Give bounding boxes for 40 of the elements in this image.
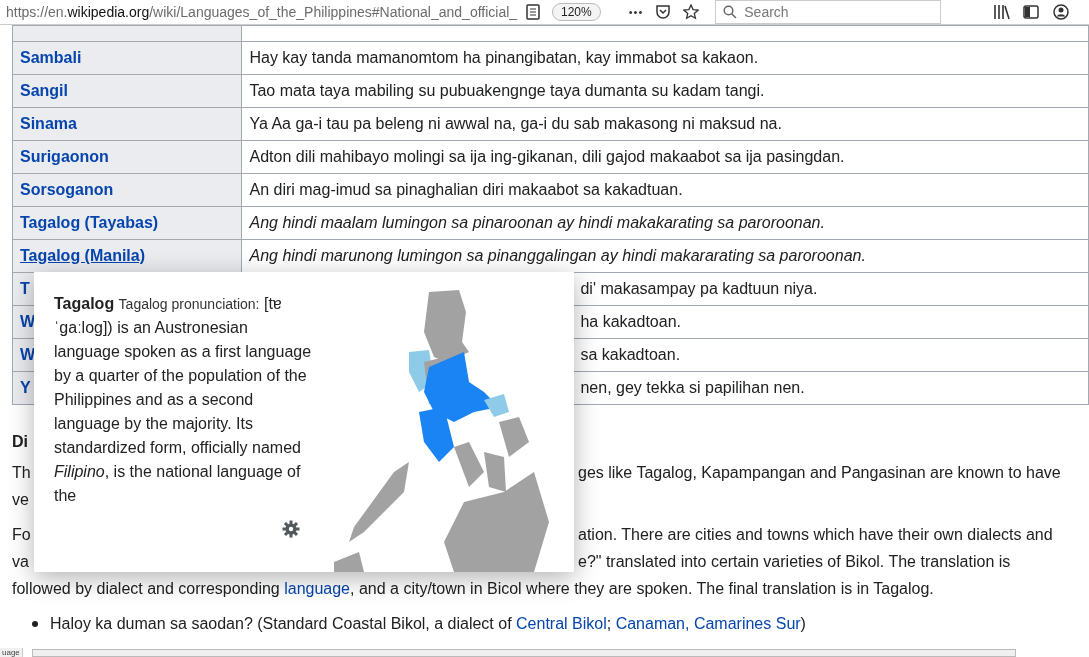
sidebar-icon[interactable] [1023, 4, 1040, 20]
row-header-link[interactable]: Tagalog (Manila) [12, 239, 242, 273]
row-header-link[interactable]: Tagalog (Tayabas) [12, 206, 242, 240]
table-cell: An diri mag-imud sa pinaghalian diri makaabot sa kakadtuan. [241, 173, 1089, 207]
paragraph-text: ation. There are cities and towns which have their own dialects and [578, 525, 1053, 545]
pocket-icon[interactable] [655, 4, 672, 20]
paragraph-text: e?" translated into certain varieties of Bikol. The translation is [578, 552, 1011, 572]
link[interactable]: language [284, 580, 350, 597]
paragraph-text: va [12, 552, 30, 572]
table-cell: Tao mata taya mabiling su pubuakengnge taya dumanta su kadam tangi. [241, 74, 1089, 108]
reader-view-icon[interactable] [526, 4, 540, 20]
paragraph-text: ges like Tagalog, Kapampangan and Pangasinan are known to have [578, 463, 1061, 483]
table-cell: Adton dili mahibayo molingi sa ija ing-gikanan, dili gajod makaabot sa ija pasingdan. [241, 140, 1089, 174]
table-cell: Hay kay tanda mamanomtom ha pinangibatan, kay immabot sa kakaon. [241, 41, 1089, 75]
bullet-icon [32, 620, 38, 627]
table-cell: Ang hindi maalam lumingon sa pinaroonan ay hindi makakarating sa paroroonan. [241, 206, 1089, 240]
link[interactable]: Canaman, Camarines Sur [615, 615, 801, 632]
row-header-link[interactable]: Sambali [12, 41, 242, 75]
search-field[interactable]: Search [715, 0, 942, 24]
status-link-text: uage [0, 648, 23, 657]
horizontal-scrollbar[interactable] [32, 649, 1016, 657]
row-header-link[interactable]: Surigaonon [12, 140, 242, 174]
paragraph-text: Th [12, 463, 32, 483]
url-text[interactable]: https://en.wikipedia.org/wiki/Languages_of_the_Philippines#National_and_official_ [0, 4, 526, 20]
table-cell: Ya Aa ga-i tau pa beleng ni awwal na, ga-i du sab makasong ni maksud na. [241, 107, 1089, 141]
link[interactable]: Central Bikol [516, 615, 607, 632]
settings-icon[interactable] [282, 520, 300, 538]
row-header-link[interactable]: Sinama [12, 107, 242, 141]
account-icon[interactable] [1053, 4, 1070, 20]
paragraph-text: Fo [12, 525, 32, 545]
zoom-level[interactable]: 120% [552, 3, 601, 21]
list-item-text: Haloy ka duman sa saodan? (Standard Coastal Bikol, a dialect of Central Bikol; Canaman, Camarines Sur) [50, 614, 806, 634]
more-actions-button[interactable]: ••• [628, 6, 644, 18]
star-icon[interactable] [683, 4, 700, 20]
library-icon[interactable] [993, 4, 1012, 20]
section-heading: Di [12, 433, 28, 450]
row-header-link[interactable]: Sorsoganon [12, 173, 242, 207]
paragraph-text: ve [12, 490, 30, 510]
paragraph-text: followed by dialect and corresponding language, and a city/town in Bicol where they are spoken. The final translation is in Tagalog. [12, 580, 934, 597]
row-header-link[interactable]: Sangil [12, 74, 242, 108]
